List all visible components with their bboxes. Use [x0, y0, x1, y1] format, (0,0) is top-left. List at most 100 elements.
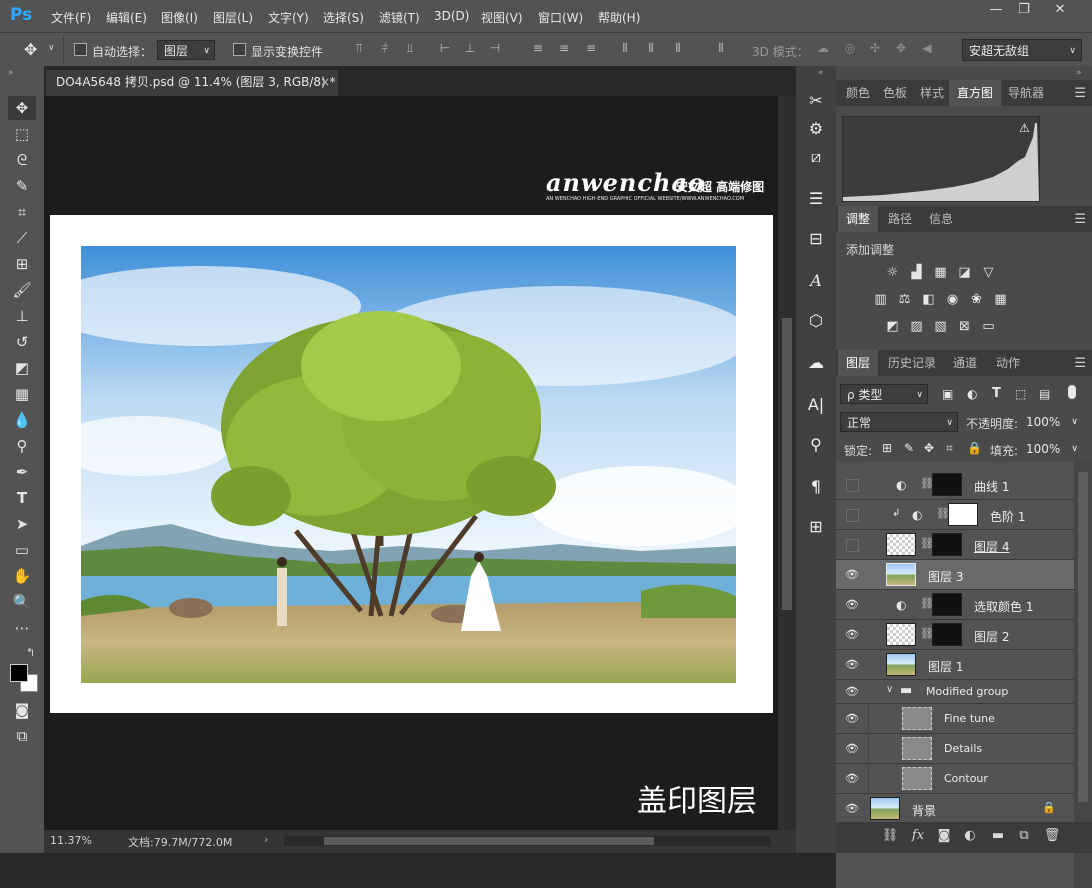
photo-filter-icon[interactable]: ◉	[944, 292, 961, 307]
lock-pixels-icon[interactable]: ✎	[904, 441, 914, 455]
exposure-icon[interactable]: ◪	[956, 265, 973, 280]
gradient-tool-icon[interactable]: ▦	[8, 382, 36, 406]
status-arrow-icon[interactable]: ›	[264, 833, 268, 846]
character-styles-icon[interactable]: A	[802, 268, 830, 294]
layer-row-selected[interactable]: 👁 图层 3	[836, 560, 1074, 590]
panel-menu-icon[interactable]: ☰	[1074, 356, 1086, 371]
dodge-tool-icon[interactable]: ⚲	[8, 434, 36, 458]
selective-color-icon[interactable]: ⊠	[956, 319, 973, 334]
brush-settings-icon[interactable]: ✂	[802, 88, 830, 114]
brush-icon[interactable]: ⚲	[802, 432, 830, 458]
distribute-top-icon[interactable]: ≡	[530, 41, 546, 57]
color-lookup-icon[interactable]: ▦	[992, 292, 1009, 307]
gradient-map-icon[interactable]: ▭	[980, 319, 997, 334]
tab-adjustments[interactable]: 调整	[838, 206, 879, 232]
posterize-icon[interactable]: ▨	[908, 319, 925, 334]
zoom-level[interactable]: 11.37%	[50, 834, 92, 847]
lock-position-icon[interactable]: ✥	[924, 441, 934, 455]
distribute-right-icon[interactable]: ⦀	[670, 41, 686, 57]
brush-presets-icon[interactable]: ⚙	[802, 116, 830, 142]
path-select-tool-icon[interactable]: ➤	[8, 512, 36, 536]
menu-type[interactable]: 文字(Y)	[268, 9, 309, 26]
link-icon[interactable]: ⛓	[920, 627, 934, 640]
horizontal-scroll-thumb[interactable]	[324, 837, 654, 845]
lasso-tool-icon[interactable]: ᘓ	[8, 148, 36, 172]
glyphs-icon[interactable]: ⊞	[802, 514, 830, 540]
layer-name[interactable]: Details	[944, 742, 982, 755]
visibility-eye-icon[interactable]: 👁	[844, 658, 860, 671]
foreground-color-swatch-top[interactable]	[10, 664, 28, 682]
filter-type-icon[interactable]: T	[992, 386, 1001, 401]
move-tool-icon[interactable]: ✥	[24, 40, 37, 59]
quick-mask-icon[interactable]: ◙	[8, 698, 36, 722]
visibility-eye-icon[interactable]: 👁	[844, 772, 860, 785]
group-expand-chevron-icon[interactable]: ∨	[886, 684, 893, 695]
healing-brush-tool-icon[interactable]: ⊞	[8, 252, 36, 276]
swap-colors-icon[interactable]: ↰	[26, 646, 35, 659]
tab-actions[interactable]: 动作	[988, 350, 1028, 376]
visibility-eye-icon[interactable]: 👁	[844, 568, 860, 581]
align-bottom-icon[interactable]: ⫫	[402, 41, 418, 57]
tool-preset-chevron-icon[interactable]: ∨	[48, 43, 55, 53]
align-hcenter-icon[interactable]: ⊥	[462, 41, 478, 57]
lock-artboard-icon[interactable]: ⌗	[946, 441, 953, 456]
link-icon[interactable]: ⛓	[920, 537, 934, 550]
layer-name[interactable]: 图层 4	[974, 538, 1009, 555]
minimize-button[interactable]: —	[982, 2, 1010, 22]
hand-tool-icon[interactable]: ✋	[8, 564, 36, 588]
align-right-icon[interactable]: ⊣	[487, 41, 503, 57]
pan-3d-icon[interactable]: ✣	[867, 41, 883, 57]
panel-menu-icon[interactable]: ☰	[1074, 86, 1086, 101]
screen-mode-icon[interactable]: ⧉	[8, 724, 36, 748]
invert-icon[interactable]: ◩	[884, 319, 901, 334]
blur-tool-icon[interactable]: 💧	[8, 408, 36, 432]
auto-select-dropdown[interactable]: 图层 ∨	[157, 40, 215, 60]
horizontal-scrollbar[interactable]	[284, 836, 770, 846]
visibility-toggle-off[interactable]	[846, 509, 859, 522]
zoom-tool-icon[interactable]: 🔍	[8, 590, 36, 614]
layer-row[interactable]: ◐ ⛓ 曲线 1	[836, 470, 1074, 500]
link-icon[interactable]: ⛓	[936, 507, 950, 520]
layer-name[interactable]: Modified group	[926, 685, 1008, 698]
type-tool-icon[interactable]: T	[8, 486, 36, 510]
menu-filter[interactable]: 滤镜(T)	[379, 9, 420, 26]
add-mask-icon[interactable]: ◙	[934, 828, 954, 843]
close-tab-icon[interactable]: ×	[320, 70, 330, 94]
tab-navigator[interactable]: 导航器	[1000, 80, 1052, 106]
filter-smart-icon[interactable]: ▤	[1039, 387, 1050, 401]
align-top-icon[interactable]: ⫪	[351, 41, 367, 57]
layers-scroll-thumb[interactable]	[1078, 472, 1088, 802]
maximize-button[interactable]: ❐	[1010, 2, 1038, 22]
menu-help[interactable]: 帮助(H)	[598, 9, 640, 26]
crop-tool-icon[interactable]: ⌗	[8, 200, 36, 224]
character-icon[interactable]: A|	[802, 392, 830, 418]
auto-align-icon[interactable]: ⫴	[713, 41, 729, 57]
slide-3d-icon[interactable]: ✥	[893, 41, 909, 57]
distribute-hcenter-icon[interactable]: ⦀	[643, 41, 659, 57]
color-balance-icon[interactable]: ⚖	[896, 292, 913, 307]
tab-swatches[interactable]: 色板	[875, 80, 915, 106]
workspace-dropdown[interactable]: 安超无敌组 ∨	[962, 39, 1082, 61]
distribute-vcenter-icon[interactable]: ≡	[556, 41, 572, 57]
link-layers-icon[interactable]: ⛓	[880, 828, 900, 843]
hue-saturation-icon[interactable]: ▥	[872, 292, 889, 307]
link-icon[interactable]: ⛓	[920, 597, 934, 610]
rectangle-tool-icon[interactable]: ▭	[8, 538, 36, 562]
layer-row[interactable]: ↲ ◐ ⛓ 色阶 1	[836, 500, 1074, 530]
layer-row[interactable]: 👁 Fine tune	[836, 704, 1074, 734]
layer-name[interactable]: 色阶 1	[990, 508, 1025, 525]
new-group-icon[interactable]: ▬	[988, 828, 1008, 843]
fill-field[interactable]: 100% ∨	[1020, 439, 1080, 459]
tab-history[interactable]: 历史记录	[880, 350, 944, 376]
pen-tool-icon[interactable]: ✒	[8, 460, 36, 484]
tab-color[interactable]: 颜色	[838, 80, 878, 106]
panel-collapse-icon[interactable]: »	[1076, 68, 1082, 78]
lock-all-icon[interactable]: 🔒	[967, 441, 982, 455]
opacity-field[interactable]: 100% ∨	[1020, 412, 1080, 432]
layer-name[interactable]: 图层 3	[928, 568, 963, 585]
scale-3d-icon[interactable]: ◀	[919, 41, 935, 57]
visibility-toggle-off[interactable]	[846, 539, 859, 552]
distribute-left-icon[interactable]: ⦀	[617, 41, 633, 57]
visibility-eye-icon[interactable]: 👁	[844, 742, 860, 755]
layer-group-row[interactable]: 👁 ∨ ▬ Modified group	[836, 680, 1074, 704]
